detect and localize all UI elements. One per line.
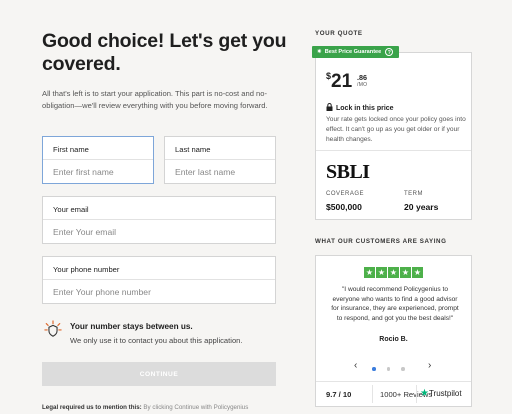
quote-divider: [316, 150, 471, 151]
lock-description: Your rate gets locked once your policy g…: [326, 116, 466, 143]
page-title: Good choice! Let's get you covered.: [42, 30, 287, 75]
phone-label: Your phone number: [53, 265, 120, 274]
star-icon: ★: [364, 267, 375, 278]
lock-row: Lock in this price: [326, 103, 394, 112]
price-dollars: 21: [331, 71, 353, 92]
divider: [416, 385, 417, 403]
prev-review-button[interactable]: ‹: [354, 360, 357, 371]
review-card: ★ ★ ★ ★ ★ "I would recommend Policygenius to…: [315, 255, 472, 407]
best-price-badge: ✷ Best Price Guarantee?: [312, 46, 400, 58]
help-icon[interactable]: ?: [385, 47, 394, 56]
carousel-dot[interactable]: [386, 367, 390, 371]
term-label: TERM: [404, 191, 423, 197]
first-name-input[interactable]: [43, 159, 153, 183]
star-icon: ★: [412, 267, 423, 278]
last-name-label: Last name: [175, 145, 211, 154]
star-icon: ★: [388, 267, 399, 278]
first-name-field[interactable]: First name: [42, 136, 154, 184]
coverage-value: $500,000: [326, 202, 362, 212]
legal-lead: Legal required us to mention this:: [42, 404, 142, 411]
email-input[interactable]: [43, 219, 275, 243]
carousel-dot[interactable]: [401, 367, 405, 371]
review-divider: [316, 381, 471, 382]
price-cents: .86: [357, 73, 367, 82]
continue-button[interactable]: CONTINUE: [42, 362, 276, 386]
email-field[interactable]: Your email: [42, 196, 276, 244]
price-period: /MO: [357, 82, 368, 88]
shield-sparkle-icon: [44, 320, 62, 337]
trustpilot-star-icon: ★: [420, 388, 429, 399]
lock-icon: [326, 103, 333, 111]
star-icon: ★: [376, 267, 387, 278]
trustpilot-label: Trustpilot: [428, 389, 462, 398]
quote-card: $21 .86 /MO Lock in this price Your rate…: [315, 52, 472, 220]
badge-label: Best Price Guarantee: [324, 49, 382, 55]
phone-field[interactable]: Your phone number: [42, 256, 276, 304]
review-text: "I would recommend Policygenius to every…: [331, 286, 459, 322]
privacy-title: Your number stays between us.: [70, 322, 193, 331]
rating-score: 9.7 / 10: [326, 390, 352, 399]
carousel-dot[interactable]: [372, 367, 376, 371]
coverage-label: COVERAGE: [326, 191, 365, 197]
trustpilot-logo[interactable]: ★Trustpilot: [420, 388, 462, 399]
email-label: Your email: [53, 205, 89, 214]
divider: [372, 385, 373, 403]
star-rating: ★ ★ ★ ★ ★: [364, 267, 423, 278]
price: $21 .86 /MO: [326, 71, 367, 93]
last-name-input[interactable]: [165, 159, 275, 183]
last-name-field[interactable]: Last name: [164, 136, 276, 184]
phone-input[interactable]: [43, 279, 275, 303]
next-review-button[interactable]: ›: [428, 360, 431, 371]
legal-rest: By clicking Continue with Policygenius: [141, 404, 249, 411]
first-name-label: First name: [53, 145, 89, 154]
privacy-text: We only use it to contact you about this…: [70, 336, 243, 345]
intro-text: All that's left is to start your applica…: [42, 89, 268, 110]
quote-section-title: YOUR QUOTE: [315, 30, 363, 37]
badge-star-icon: ✷: [317, 49, 322, 55]
carousel-dots: [372, 367, 405, 371]
reviews-section-title: WHAT OUR CUSTOMERS ARE SAYING: [315, 238, 447, 245]
star-icon: ★: [400, 267, 411, 278]
term-value: 20 years: [404, 202, 439, 212]
review-author: Rocio B.: [379, 336, 408, 343]
lock-title: Lock in this price: [336, 105, 394, 112]
legal-text: Legal required us to mention this: By cl…: [42, 404, 248, 411]
carrier-logo: SBLI: [326, 161, 370, 183]
